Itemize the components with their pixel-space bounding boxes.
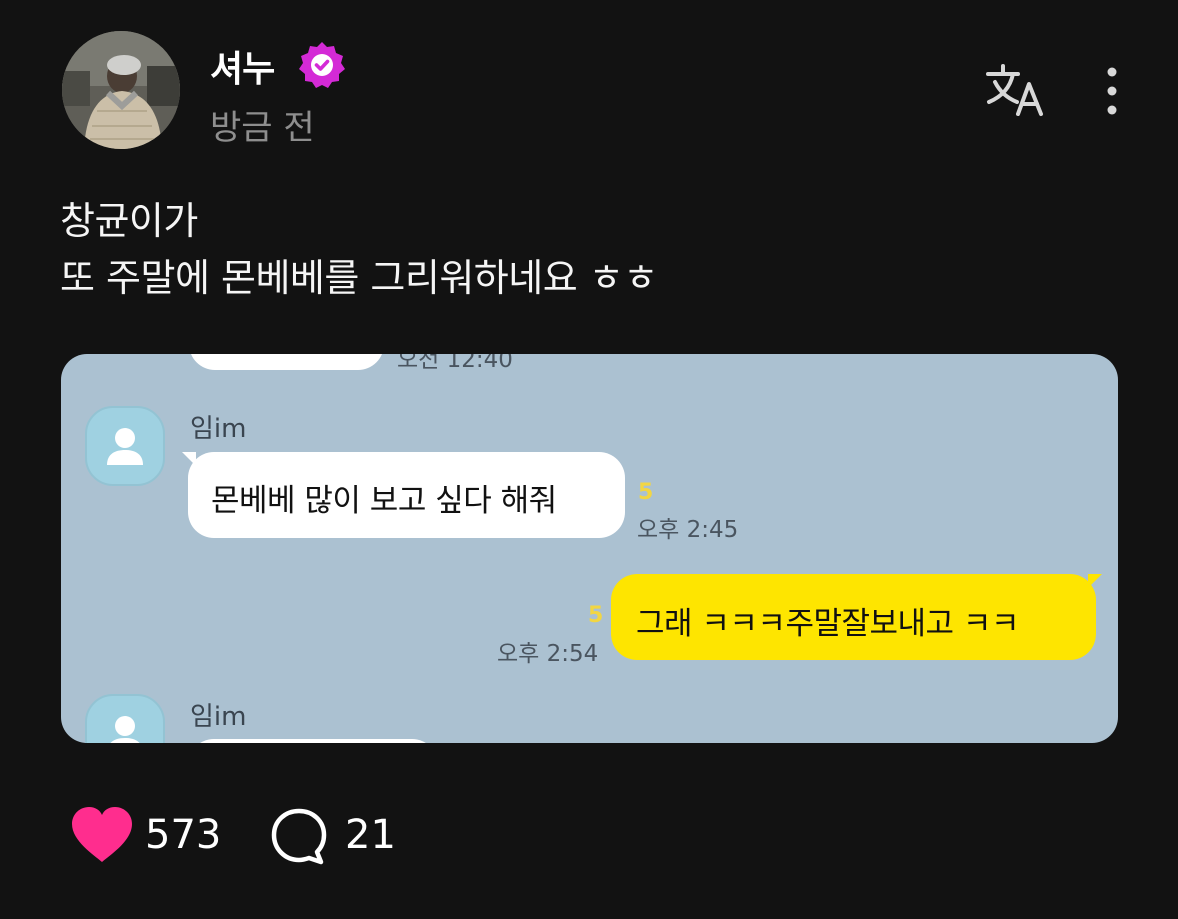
cutoff-message-bubble xyxy=(189,354,384,370)
default-profile-icon xyxy=(85,694,165,743)
chat-sender-name: 임im xyxy=(190,702,247,732)
like-count: 573 xyxy=(145,812,222,858)
verified-badge-icon xyxy=(297,40,347,90)
sent-message-text: 그래 ㅋㅋㅋ주말잘보내고 ㅋㅋ xyxy=(636,606,1019,642)
cutoff-message-time: 오전 12:40 xyxy=(397,354,513,373)
translate-icon[interactable] xyxy=(985,62,1045,118)
attached-chat-screenshot[interactable]: 오전 12:40 임im 몬베베 많이 보고 싶다 해줘 5 오후 2:45 5… xyxy=(61,354,1118,743)
comment-count: 21 xyxy=(345,812,396,858)
post-line: 창균이가 xyxy=(60,199,198,243)
message-time: 오후 2:54 xyxy=(497,641,599,667)
cutoff-message-bubble xyxy=(188,739,438,743)
author-name[interactable]: 셔누 xyxy=(210,40,275,92)
avatar[interactable] xyxy=(62,31,180,149)
heart-icon[interactable] xyxy=(70,806,134,864)
message-time: 오후 2:45 xyxy=(637,517,739,543)
chat-sender-name: 임im xyxy=(190,414,247,444)
post-line: 또 주말에 몬베베를 그리워하네요 ㅎㅎ xyxy=(60,256,658,300)
post-timestamp: 방금 전 xyxy=(210,108,315,148)
unread-count: 5 xyxy=(588,603,604,628)
unread-count: 5 xyxy=(638,480,654,505)
more-options-icon[interactable] xyxy=(1097,67,1127,117)
comment-icon[interactable] xyxy=(270,807,328,865)
default-profile-icon xyxy=(85,406,165,486)
received-message-text: 몬베베 많이 보고 싶다 해줘 xyxy=(211,483,557,519)
post-body: 창균이가 또 주말에 몬베베를 그리워하네요 ㅎㅎ xyxy=(60,193,658,307)
